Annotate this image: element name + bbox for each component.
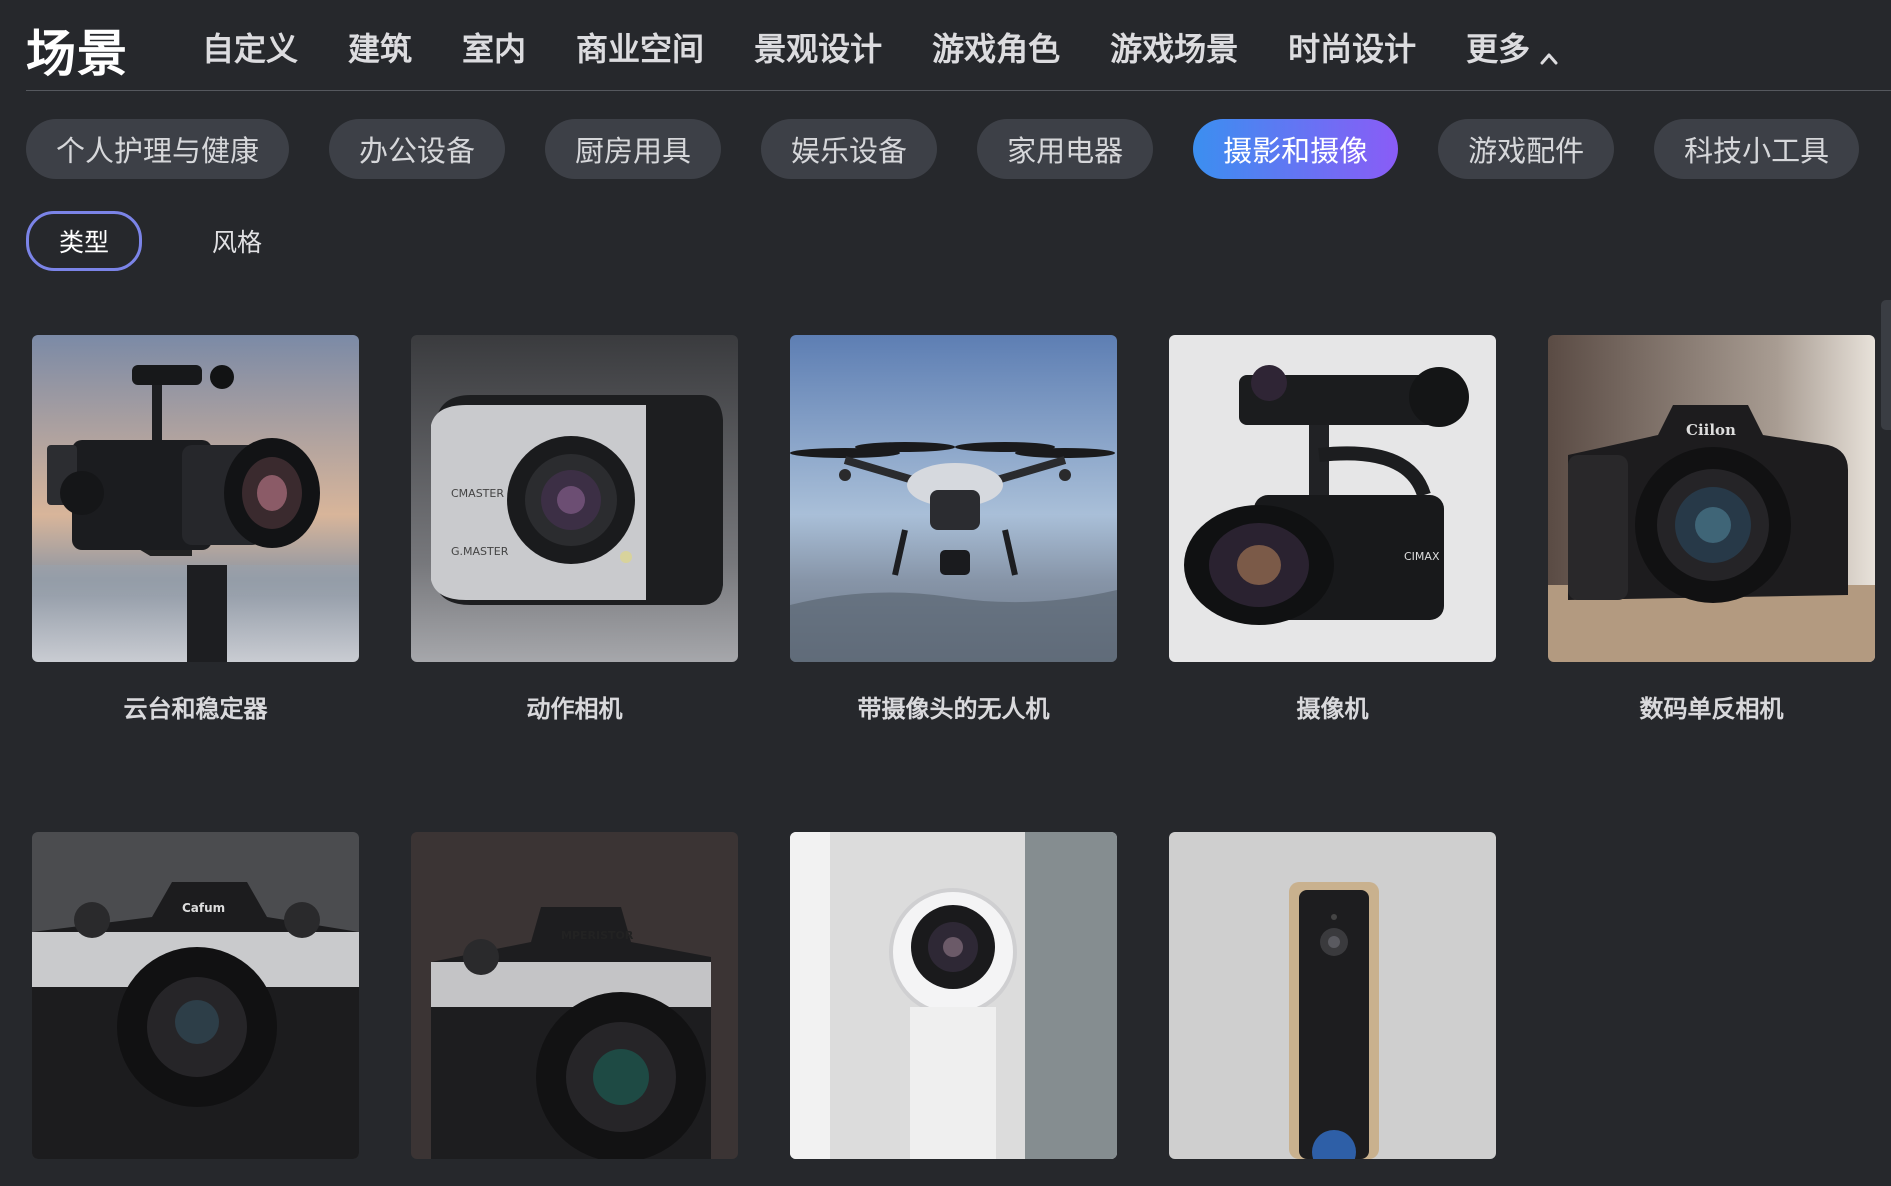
- nav-item-fashion[interactable]: 时尚设计: [1288, 24, 1416, 70]
- card-camcorder[interactable]: CIMAX 摄像机: [1169, 335, 1496, 724]
- chip-tech-gadgets[interactable]: 科技小工具: [1654, 119, 1860, 179]
- scrollbar-thumb[interactable]: [1881, 300, 1891, 430]
- scene-nav: 自定义 建筑 室内 商业空间 景观设计 游戏角色 游戏场景 时尚设计 更多: [202, 24, 1558, 70]
- brand-text-2: G.MASTER: [451, 545, 509, 558]
- nav-item-interior[interactable]: 室内: [462, 24, 526, 70]
- filter-type[interactable]: 类型: [26, 211, 143, 271]
- dslr-image: Ciilon: [1548, 335, 1875, 662]
- chip-kitchenware[interactable]: 厨房用具: [545, 119, 722, 179]
- chip-entertainment[interactable]: 娱乐设备: [761, 119, 938, 179]
- card-title: 摄像机: [1296, 695, 1369, 723]
- film-camera-2-image: MPERISTOR: [411, 832, 738, 1159]
- gimbal-image: [32, 335, 359, 662]
- card-dslr[interactable]: Ciilon 数码单反相机: [1548, 335, 1875, 724]
- card-title: 带摄像头的无人机: [857, 695, 1050, 723]
- brand-text: Cafum: [182, 901, 225, 915]
- nav-item-game-character[interactable]: 游戏角色: [932, 24, 1060, 70]
- camcorder-image: CIMAX: [1169, 335, 1496, 662]
- card-action-camera[interactable]: CMASTER G.MASTER 动作相机: [411, 335, 738, 724]
- nav-item-game-scene[interactable]: 游戏场景: [1110, 24, 1238, 70]
- drone-image: [790, 335, 1117, 662]
- chip-office-equipment[interactable]: 办公设备: [329, 119, 506, 179]
- chip-photography[interactable]: 摄影和摄像: [1193, 119, 1399, 179]
- category-chips: 个人护理与健康 办公设备 厨房用具 娱乐设备 家用电器 摄影和摄像 游戏配件 科…: [26, 119, 1891, 179]
- chevron-up-icon: [1540, 38, 1558, 65]
- brand-text: Ciilon: [1686, 421, 1736, 439]
- security-camera-image: [790, 832, 1117, 1159]
- card-drone[interactable]: 带摄像头的无人机: [790, 335, 1117, 724]
- top-header: 场景 自定义 建筑 室内 商业空间 景观设计 游戏角色 游戏场景 时尚设计 更多: [26, 0, 1891, 91]
- card-title: 动作相机: [526, 695, 623, 723]
- card-doorbell-camera[interactable]: [1169, 832, 1496, 1186]
- scene-grid: 云台和稳定器 CMASTER G.MASTER 动作相机 带摄像头的无人机 CI…: [32, 335, 1875, 1186]
- action-camera-image: CMASTER G.MASTER: [411, 335, 738, 662]
- chip-home-appliances[interactable]: 家用电器: [977, 119, 1154, 179]
- page-title: 场景: [26, 25, 128, 83]
- card-gimbal[interactable]: 云台和稳定器: [32, 335, 359, 724]
- chip-personal-care[interactable]: 个人护理与健康: [26, 119, 290, 179]
- filter-tabs: 类型 风格: [26, 211, 294, 271]
- card-film-camera-2[interactable]: MPERISTOR: [411, 832, 738, 1186]
- filter-style[interactable]: 风格: [180, 214, 294, 268]
- nav-item-landscape[interactable]: 景观设计: [754, 24, 882, 70]
- brand-text: MPERISTOR: [561, 929, 634, 942]
- card-title: 数码单反相机: [1639, 695, 1784, 723]
- film-camera-1-image: Cafum: [32, 832, 359, 1159]
- brand-text: CIMAX: [1404, 550, 1440, 563]
- nav-item-custom[interactable]: 自定义: [202, 24, 298, 70]
- nav-item-architecture[interactable]: 建筑: [348, 24, 412, 70]
- more-label: 更多: [1466, 30, 1531, 68]
- nav-item-more[interactable]: 更多: [1466, 24, 1558, 70]
- nav-item-commercial-space[interactable]: 商业空间: [576, 24, 704, 70]
- card-title: 云台和稳定器: [123, 695, 268, 723]
- card-security-camera[interactable]: [790, 832, 1117, 1186]
- doorbell-camera-image: [1169, 832, 1496, 1159]
- chip-gaming-accessories[interactable]: 游戏配件: [1438, 119, 1615, 179]
- card-film-camera-1[interactable]: Cafum: [32, 832, 359, 1186]
- brand-text-1: CMASTER: [451, 487, 504, 500]
